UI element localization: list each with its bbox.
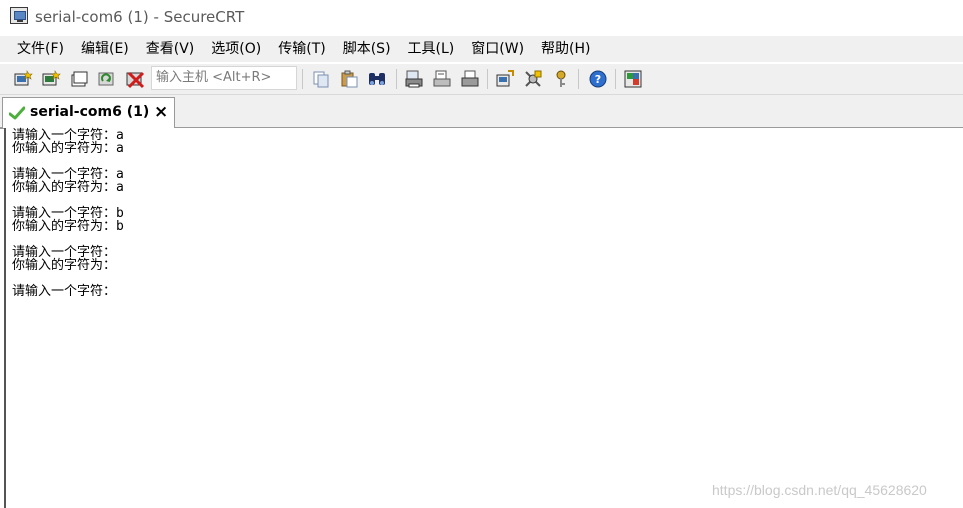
- toolbar-separator: [396, 69, 397, 89]
- menu-tools[interactable]: 工具(L): [402, 36, 461, 62]
- securecrt-app-icon[interactable]: [10, 7, 28, 24]
- window-title: serial-com6 (1) - SecureCRT: [35, 8, 245, 26]
- toolbar: 输入主机 <Alt+R> ?: [0, 64, 963, 95]
- print-selection-icon[interactable]: [431, 68, 453, 90]
- keymap-icon[interactable]: [550, 68, 572, 90]
- terminal-line: 请输入一个字符：: [12, 284, 117, 299]
- quick-connect-input[interactable]: 输入主机 <Alt+R>: [151, 66, 297, 90]
- toolbar-separator: [615, 69, 616, 89]
- print-icon[interactable]: [459, 68, 481, 90]
- disconnect-icon[interactable]: [124, 68, 146, 90]
- sftp-icon[interactable]: [622, 68, 644, 90]
- menu-script[interactable]: 脚本(S): [337, 36, 397, 62]
- session-options-icon[interactable]: [494, 68, 516, 90]
- connect-in-tab-icon[interactable]: [68, 68, 90, 90]
- menu-options[interactable]: 选项(O): [205, 36, 267, 62]
- title-bar: serial-com6 (1) - SecureCRT: [0, 0, 963, 34]
- connect-icon[interactable]: [12, 68, 34, 90]
- tab-label: serial-com6 (1): [30, 104, 150, 120]
- menu-transfer[interactable]: 传输(T): [272, 36, 331, 62]
- quick-connect-icon[interactable]: [40, 68, 62, 90]
- terminal-line: 你输入的字符为：b: [12, 219, 124, 234]
- svg-text:?: ?: [595, 73, 601, 86]
- menu-window[interactable]: 窗口(W): [465, 36, 530, 62]
- toolbar-separator: [302, 69, 303, 89]
- watermark: https://blog.csdn.net/qq_45628620: [712, 482, 927, 498]
- paste-icon[interactable]: [338, 68, 360, 90]
- menu-edit[interactable]: 编辑(E): [75, 36, 135, 62]
- menu-bar: 文件(F) 编辑(E) 查看(V) 选项(O) 传输(T) 脚本(S) 工具(L…: [0, 36, 963, 62]
- toolbar-separator: [578, 69, 579, 89]
- copy-icon[interactable]: [310, 68, 332, 90]
- menu-file[interactable]: 文件(F): [11, 36, 70, 62]
- terminal-line: 你输入的字符为：a: [12, 180, 124, 195]
- connected-check-icon: [9, 106, 25, 120]
- find-icon[interactable]: [366, 68, 388, 90]
- tab-close-icon[interactable]: ×: [154, 103, 168, 121]
- reconnect-icon[interactable]: [96, 68, 118, 90]
- menu-help[interactable]: 帮助(H): [535, 36, 596, 62]
- help-icon[interactable]: ?: [587, 68, 609, 90]
- session-tab-strip: serial-com6 (1) ×: [0, 95, 963, 129]
- terminal-output[interactable]: 请输入一个字符：a 你输入的字符为：a 请输入一个字符：a 你输入的字符为：a 请输入一…: [4, 128, 963, 508]
- global-options-icon[interactable]: [522, 68, 544, 90]
- terminal-line: 你输入的字符为：: [12, 258, 117, 273]
- tab-serial-com6[interactable]: serial-com6 (1) ×: [2, 97, 175, 128]
- toolbar-separator: [487, 69, 488, 89]
- menu-view[interactable]: 查看(V): [140, 36, 201, 62]
- terminal-line: 你输入的字符为：a: [12, 141, 124, 156]
- print-screen-icon[interactable]: [403, 68, 425, 90]
